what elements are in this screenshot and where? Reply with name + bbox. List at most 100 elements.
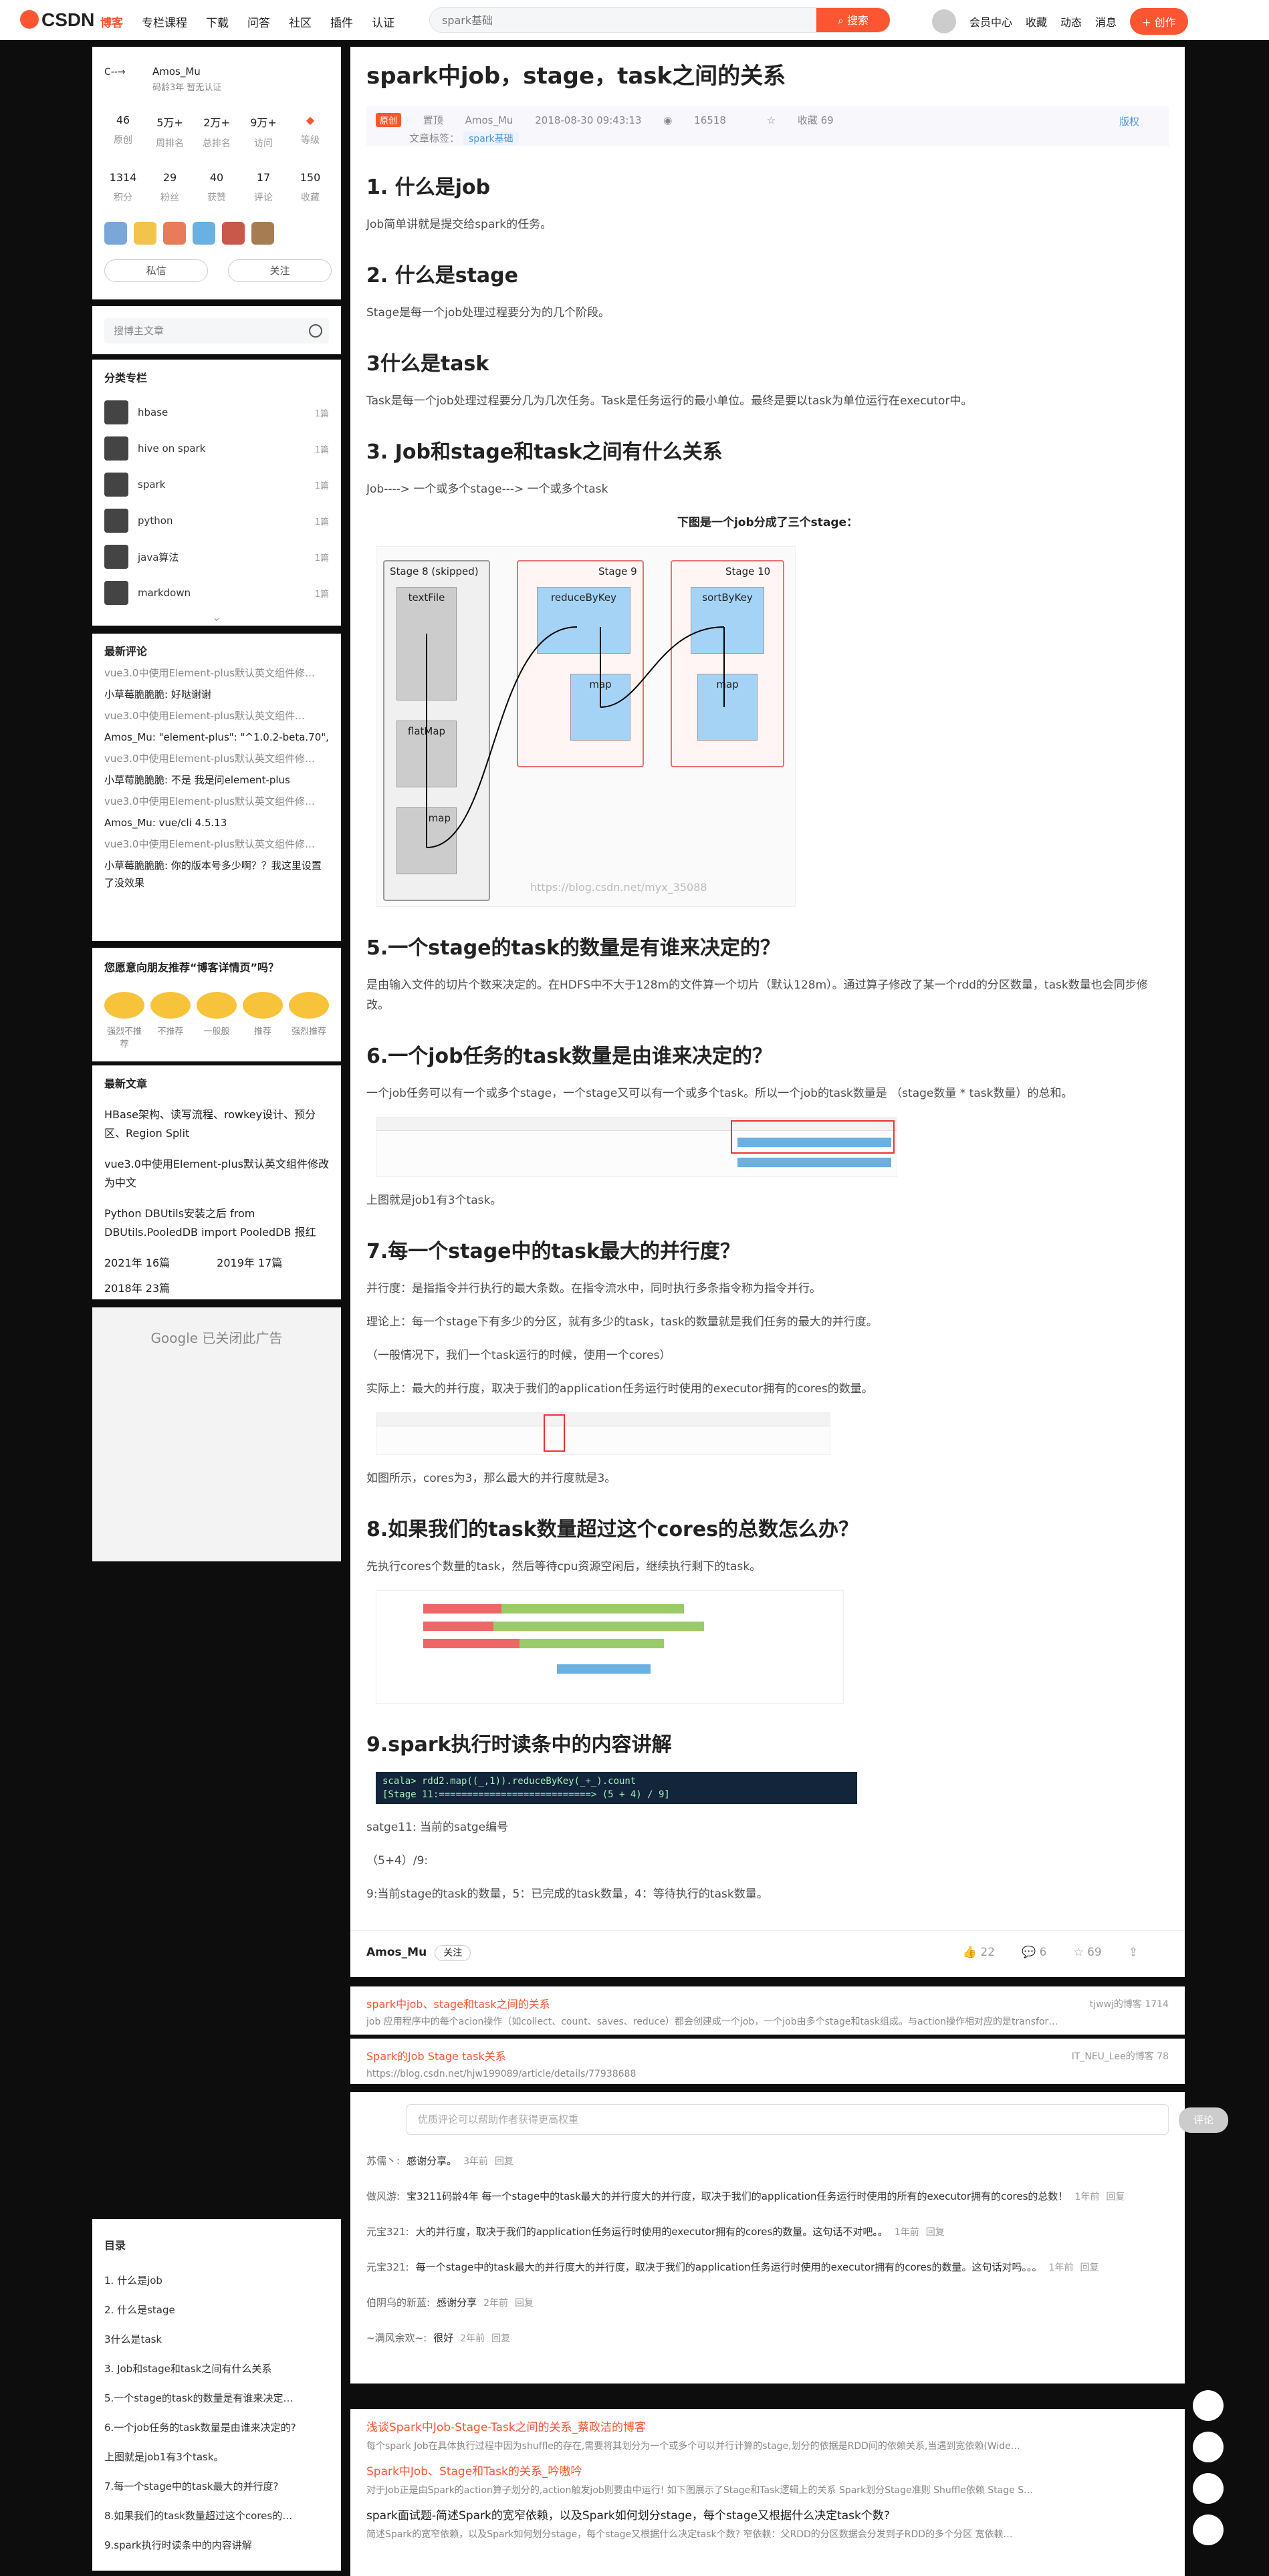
comment-submit-button[interactable]: 评论 (1178, 2107, 1228, 2133)
meta-author[interactable]: Amos_Mu (465, 114, 513, 126)
related-title[interactable]: Spark的Job Stage task关系 (366, 2048, 1169, 2065)
user-avatar[interactable] (932, 9, 956, 33)
related-article[interactable]: spark中job、stage和task之间的关系 job 应用程序中的每个ac… (350, 1986, 1185, 2035)
latest-article-link[interactable]: HBase架构、读写流程、rowkey设计、预分区、Region Split (104, 1106, 329, 1143)
toc-item[interactable]: 7.每一个stage中的task最大的并行度? (104, 2472, 329, 2501)
collect-button[interactable]: ☆ 69 (1073, 1946, 1101, 1959)
author-name[interactable]: Amos_Mu (152, 66, 201, 78)
archive-year-link[interactable]: 2019年 17篇 (217, 1254, 282, 1273)
commenter-name[interactable]: 伯阴乌的新蓝: (366, 2297, 430, 2309)
nav-cert[interactable]: 认证 (372, 13, 394, 30)
reply-button[interactable]: 回复 (1080, 2263, 1099, 2273)
column-item[interactable]: hive on spark 1篇 (104, 430, 329, 467)
commenter-name[interactable]: 做风游: (366, 2190, 400, 2202)
blog-search-input[interactable]: 搜博主文章 (104, 318, 329, 344)
nav-community[interactable]: 社区 (289, 13, 312, 30)
author-avatar[interactable]: C--→ (104, 67, 144, 94)
article-tag[interactable]: spark基础 (463, 132, 519, 145)
recommended-title[interactable]: 浅谈Spark中Job-Stage-Task之间的关系_蔡政洁的博客 (366, 2418, 1169, 2437)
comment-article-link[interactable]: vue3.0中使用Element-plus默认英文组件修… (104, 664, 329, 682)
footer-follow-button[interactable]: 关注 (435, 1945, 471, 1961)
search-icon[interactable] (309, 324, 322, 338)
stat-level[interactable]: ◆ 等级 (292, 114, 329, 150)
commenter-name[interactable]: 苏儒丶: (366, 2155, 400, 2167)
stat-week-rank[interactable]: 5万+ 周排名 (151, 114, 189, 150)
badge-icon[interactable] (104, 222, 127, 245)
toc-item[interactable]: 5.一个stage的task的数量是有谁来决定… (104, 2384, 329, 2413)
commenter-name[interactable]: ~满风余欢~: (366, 2332, 427, 2344)
chevron-down-icon[interactable]: ⌄ (104, 611, 329, 624)
favorites-link[interactable]: 收藏 (1026, 13, 1047, 29)
search-input[interactable] (430, 8, 818, 32)
footer-author-name[interactable]: Amos_Mu (366, 1946, 427, 1959)
private-message-button[interactable]: 私信 (104, 259, 208, 282)
toc-item[interactable]: 上图就是job1有3个task。 (104, 2442, 329, 2472)
recommended-title[interactable]: Spark中Job、Stage和Task的关系_吟嗷吟 (366, 2462, 1169, 2481)
badge-icon[interactable] (251, 222, 274, 245)
nav-download[interactable]: 下载 (206, 13, 229, 30)
column-item[interactable]: hbase 1篇 (104, 394, 329, 430)
collect-count[interactable]: ☆ 收藏 69 (767, 114, 852, 126)
survey-option[interactable]: 强烈推荐 (289, 992, 329, 1049)
survey-option[interactable]: 推荐 (243, 992, 283, 1049)
comment-button[interactable]: 💬 6 (1022, 1946, 1046, 1959)
related-article[interactable]: Spark的Job Stage task关系 https://blog.csdn… (350, 2039, 1185, 2084)
latest-article-link[interactable]: vue3.0中使用Element-plus默认英文组件修改为中文 (104, 1155, 329, 1192)
nav-courses[interactable]: 专栏课程 (142, 13, 187, 30)
comment-article-link[interactable]: vue3.0中使用Element-plus默认英文组件修… (104, 793, 329, 810)
commenter-name[interactable]: 元宝321: (366, 2226, 409, 2238)
survey-option[interactable]: 强烈不推荐 (104, 992, 144, 1049)
commenter-name[interactable]: 元宝321: (366, 2261, 409, 2273)
toc-item[interactable]: 3什么是task (104, 2325, 329, 2354)
headset-icon[interactable] (1193, 2432, 1224, 2462)
like-button[interactable]: 👍 22 (963, 1946, 995, 1959)
stat-fans[interactable]: 29 粉丝 (151, 171, 189, 204)
edit-icon[interactable] (1193, 2390, 1224, 2421)
messages-link[interactable]: 消息 (1095, 13, 1117, 29)
badge-icon[interactable] (222, 222, 245, 245)
nav-blog[interactable]: 博客 (100, 13, 123, 30)
stat-total-rank[interactable]: 2万+ 总排名 (198, 114, 235, 150)
reply-button[interactable]: 回复 (515, 2298, 534, 2309)
column-item[interactable]: spark 1篇 (104, 467, 329, 503)
nav-qa[interactable]: 问答 (247, 13, 270, 30)
column-item[interactable]: markdown 1篇 (104, 575, 329, 611)
comment-article-link[interactable]: vue3.0中使用Element-plus默认英文组件修… (104, 835, 329, 853)
toc-item[interactable]: 1. 什么是job (104, 2266, 329, 2295)
comment-article-link[interactable]: vue3.0中使用Element-plus默认英文组件修… (104, 750, 329, 767)
toc-item[interactable]: 6.一个job任务的task数量是由谁来决定的? (104, 2413, 329, 2442)
search-button[interactable]: ⌕ 搜索 (816, 8, 890, 32)
survey-option[interactable]: 不推荐 (150, 992, 191, 1049)
column-item[interactable]: java算法 1篇 (104, 539, 329, 575)
badge-icon[interactable] (134, 222, 156, 245)
copyright-link[interactable]: 版权 (1119, 114, 1139, 128)
comment-input[interactable]: 优质评论可以帮助作者获得更高权重 评论 (407, 2104, 1228, 2135)
comment-article-link[interactable]: vue3.0中使用Element-plus默认英文组件… (104, 707, 329, 725)
reply-button[interactable]: 回复 (491, 2333, 510, 2344)
toc-item[interactable]: 2. 什么是stage (104, 2295, 329, 2325)
nav-plugin[interactable]: 插件 (330, 13, 353, 30)
survey-option[interactable]: 一般般 (197, 992, 237, 1049)
archive-year-link[interactable]: 2018年 23篇 (104, 1279, 170, 1298)
back-to-top-icon[interactable] (1193, 2515, 1224, 2545)
reply-button[interactable]: 回复 (495, 2156, 513, 2167)
column-item[interactable]: python 1篇 (104, 503, 329, 539)
report-icon[interactable] (1193, 2473, 1224, 2504)
reply-button[interactable]: 回复 (1106, 2192, 1125, 2202)
create-button[interactable]: + 创作 (1130, 8, 1188, 35)
related-title[interactable]: spark中job、stage和task之间的关系 (366, 1996, 1169, 2013)
share-icon[interactable]: ⇪ (1129, 1946, 1138, 1959)
csdn-logo[interactable]: CSDN (20, 9, 94, 31)
badge-icon[interactable] (193, 222, 215, 245)
reply-button[interactable]: 回复 (926, 2227, 945, 2238)
badge-icon[interactable] (163, 222, 186, 245)
toc-item[interactable]: 3. Job和stage和task之间有什么关系 (104, 2354, 329, 2384)
follow-button[interactable]: 关注 (228, 259, 332, 282)
vip-link[interactable]: 会员中心 (969, 13, 1012, 29)
toc-item[interactable]: 8.如果我们的task数量超过这个cores的… (104, 2501, 329, 2531)
activity-link[interactable]: 动态 (1060, 13, 1082, 29)
recommended-title[interactable]: spark面试题-简述Spark的宽窄依赖，以及Spark如何划分stage，每… (366, 2506, 1169, 2525)
archive-year-link[interactable]: 2021年 16篇 (104, 1254, 170, 1273)
stat-original[interactable]: 46 原创 (104, 114, 142, 150)
latest-article-link[interactable]: Python DBUtils安装之后 from DBUtils.PooledDB… (104, 1204, 329, 1242)
